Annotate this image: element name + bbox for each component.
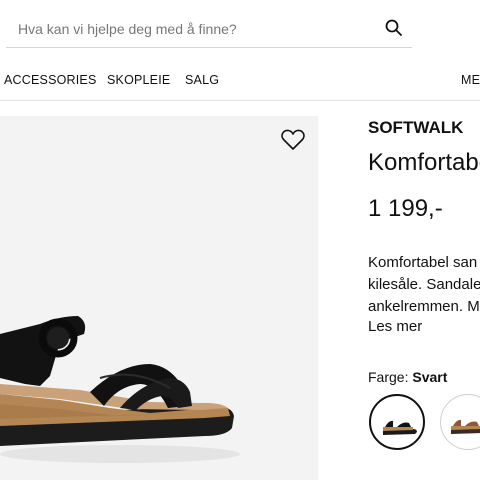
wishlist-heart-icon[interactable] <box>280 128 306 152</box>
nav-item-salg[interactable]: SALG <box>185 73 219 87</box>
nav-divider <box>0 100 480 101</box>
search-bar <box>6 8 412 48</box>
nav-item-skopleie[interactable]: SKOPLEIE <box>107 73 170 87</box>
description-line: ankelremmen. M <box>368 298 480 315</box>
product-brand[interactable]: SOFTWALK <box>368 118 463 138</box>
product-image <box>0 116 318 480</box>
main-nav: ACCESSORIES SKOPLEIE SALG ME <box>0 66 480 101</box>
product-price: 1 199,- <box>368 195 443 222</box>
product-description: Komfortabel san kilesåle. Sandale ankelr… <box>368 252 480 318</box>
product-title: Komfortabe <box>368 149 480 176</box>
nav-item-menu[interactable]: ME <box>461 73 480 87</box>
description-line: Komfortabel san <box>368 254 478 271</box>
color-label: Farge: Svart <box>368 369 447 385</box>
search-input[interactable] <box>16 18 360 40</box>
color-swatch-black[interactable] <box>369 394 425 450</box>
sandal-image <box>0 316 240 463</box>
description-line: kilesåle. Sandale <box>368 276 480 293</box>
nav-item-accessories[interactable]: ACCESSORIES <box>4 73 97 87</box>
search-icon[interactable] <box>384 18 404 38</box>
color-label-text: Farge: <box>368 369 409 385</box>
color-swatch-brown[interactable] <box>440 394 480 450</box>
read-more-link[interactable]: Les mer <box>368 318 422 335</box>
color-value: Svart <box>412 369 448 385</box>
